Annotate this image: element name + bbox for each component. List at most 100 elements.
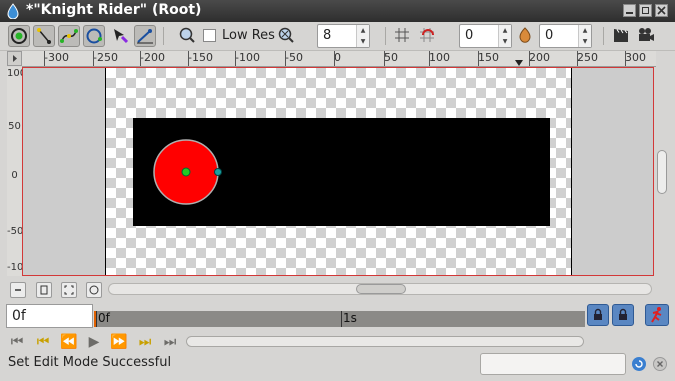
toolbar-separator: [385, 27, 386, 45]
stop-icon[interactable]: [653, 357, 667, 371]
ruler-tick: 150: [478, 51, 499, 66]
future-onion-value: 0: [545, 28, 554, 43]
smooth-move-icon: [60, 29, 78, 43]
seek-prev-frame-icon[interactable]: ⏪: [60, 334, 78, 350]
ruler-tick: -250: [93, 51, 118, 66]
zoom-out-button[interactable]: [10, 282, 26, 298]
snap-grid-button[interactable]: [417, 25, 439, 47]
status-field: [480, 353, 626, 375]
fill-tool-button[interactable]: [110, 25, 132, 47]
ruler-tick: 0: [334, 51, 341, 66]
fill-tool-icon: [114, 29, 129, 44]
circle-center-handle[interactable]: [181, 167, 191, 177]
ruler-tick: 300: [625, 51, 646, 66]
window-title: *"Knight Rider" (Root): [26, 2, 202, 18]
bline-tool-icon: [137, 29, 153, 44]
zoom-icon: [179, 27, 195, 43]
next-keyframe-icon[interactable]: ⏭: [136, 334, 154, 350]
plus-circle-icon: [89, 285, 99, 295]
ruler-tick: -100: [7, 262, 23, 273]
vertical-ruler: 100 50 0 -50 -100: [7, 67, 23, 276]
vertical-scrollbar[interactable]: [657, 150, 667, 194]
zoom-in-small-button[interactable]: [86, 282, 102, 298]
preview-button[interactable]: [636, 25, 658, 47]
close-icon[interactable]: [655, 4, 668, 17]
seek-end-icon[interactable]: ⏭: [161, 334, 179, 350]
lock-icon: [619, 308, 627, 320]
transform-tool-icon: [37, 28, 51, 44]
circle-tool-icon: [86, 28, 102, 44]
seek-begin-icon[interactable]: ⏮: [8, 334, 26, 350]
spin-arrows-icon[interactable]: ▲ ▼: [356, 25, 369, 47]
zoom-in-button[interactable]: [177, 25, 199, 47]
ruler-tick: -50: [285, 51, 303, 66]
ruler-tick: -300: [44, 51, 69, 66]
transform-tool-button[interactable]: [33, 25, 55, 47]
quality-value: 8: [323, 28, 332, 43]
future-onion-spinbox[interactable]: 0 ▲ ▼: [539, 24, 592, 48]
onion-icon: [519, 27, 531, 43]
page-icon: [40, 285, 48, 295]
snap-grid-icon: [420, 28, 434, 42]
current-time-field[interactable]: 0f: [6, 304, 93, 328]
lock-icon: [594, 308, 602, 320]
animation-mode-button[interactable]: [645, 304, 669, 326]
ruler-marker-icon: [515, 60, 523, 66]
clapperboard-icon: [614, 29, 628, 42]
ruler-tick: -100: [235, 51, 260, 66]
synfig-app-icon: [7, 3, 19, 19]
quality-spinbox[interactable]: 8 ▲ ▼: [317, 24, 370, 48]
lock-past-keyframe-button[interactable]: [587, 304, 609, 326]
low-res-checkbox[interactable]: [203, 29, 216, 42]
ruler-tick: 100: [429, 51, 450, 66]
refresh-icon[interactable]: [632, 357, 646, 371]
lock-future-keyframe-button[interactable]: [612, 304, 634, 326]
toolbar-separator: [163, 27, 164, 45]
ruler-tick: -150: [188, 51, 213, 66]
render-progress-bar: [186, 336, 584, 347]
maximize-icon[interactable]: [639, 4, 652, 17]
minus-box-icon: [15, 289, 21, 291]
spin-arrows-icon[interactable]: ▲ ▼: [578, 25, 591, 47]
render-button[interactable]: [611, 25, 633, 47]
ruler-tick: 50: [8, 121, 21, 132]
smooth-move-button[interactable]: [58, 25, 80, 47]
camera-icon: [639, 28, 654, 41]
status-message: Set Edit Mode Successful: [8, 355, 172, 370]
horizontal-scrollbar-thumb[interactable]: [356, 284, 406, 294]
spin-arrows-icon[interactable]: ▲ ▼: [498, 25, 511, 47]
zoom-fit-frame-button[interactable]: [61, 282, 77, 298]
zoom-to-fit-button[interactable]: [36, 282, 52, 298]
ruler-corner-button[interactable]: [7, 51, 22, 66]
seek-next-frame-icon[interactable]: ⏩: [110, 334, 128, 350]
circle-radius-handle[interactable]: [214, 168, 222, 176]
ruler-tick: 250: [577, 51, 598, 66]
time-cursor[interactable]: [94, 311, 96, 327]
play-icon[interactable]: ▶: [85, 334, 103, 350]
onion-button[interactable]: [515, 25, 537, 47]
ruler-tick: -50: [7, 226, 23, 237]
quality-button[interactable]: [276, 25, 298, 47]
toolbar-separator: [603, 27, 604, 45]
ruler-tick: 100: [7, 68, 22, 79]
grid-button[interactable]: [392, 25, 414, 47]
circle-tool-button[interactable]: [83, 25, 105, 47]
canvas-workarea[interactable]: [22, 67, 654, 276]
ruler-tick: -200: [140, 51, 165, 66]
running-man-icon: [651, 307, 662, 323]
ruler-tick: 0: [11, 170, 18, 181]
grid-icon: [395, 28, 409, 42]
minimize-icon[interactable]: [623, 4, 636, 17]
low-res-label: Low Res: [222, 28, 275, 43]
quality-icon: [278, 27, 294, 43]
onion-skin-icon: [11, 28, 27, 44]
onion-skin-button[interactable]: [8, 25, 30, 47]
bline-tool-button[interactable]: [134, 25, 156, 47]
past-onion-value: 0: [465, 28, 474, 43]
timebar[interactable]: 0f 1s: [94, 311, 585, 327]
circle-layer[interactable]: [23, 68, 654, 276]
past-onion-spinbox[interactable]: 0 ▲ ▼: [459, 24, 512, 48]
time-label: 0f: [96, 311, 110, 327]
ruler-tick: 50: [384, 51, 398, 66]
prev-keyframe-icon[interactable]: ⏮: [34, 334, 52, 350]
